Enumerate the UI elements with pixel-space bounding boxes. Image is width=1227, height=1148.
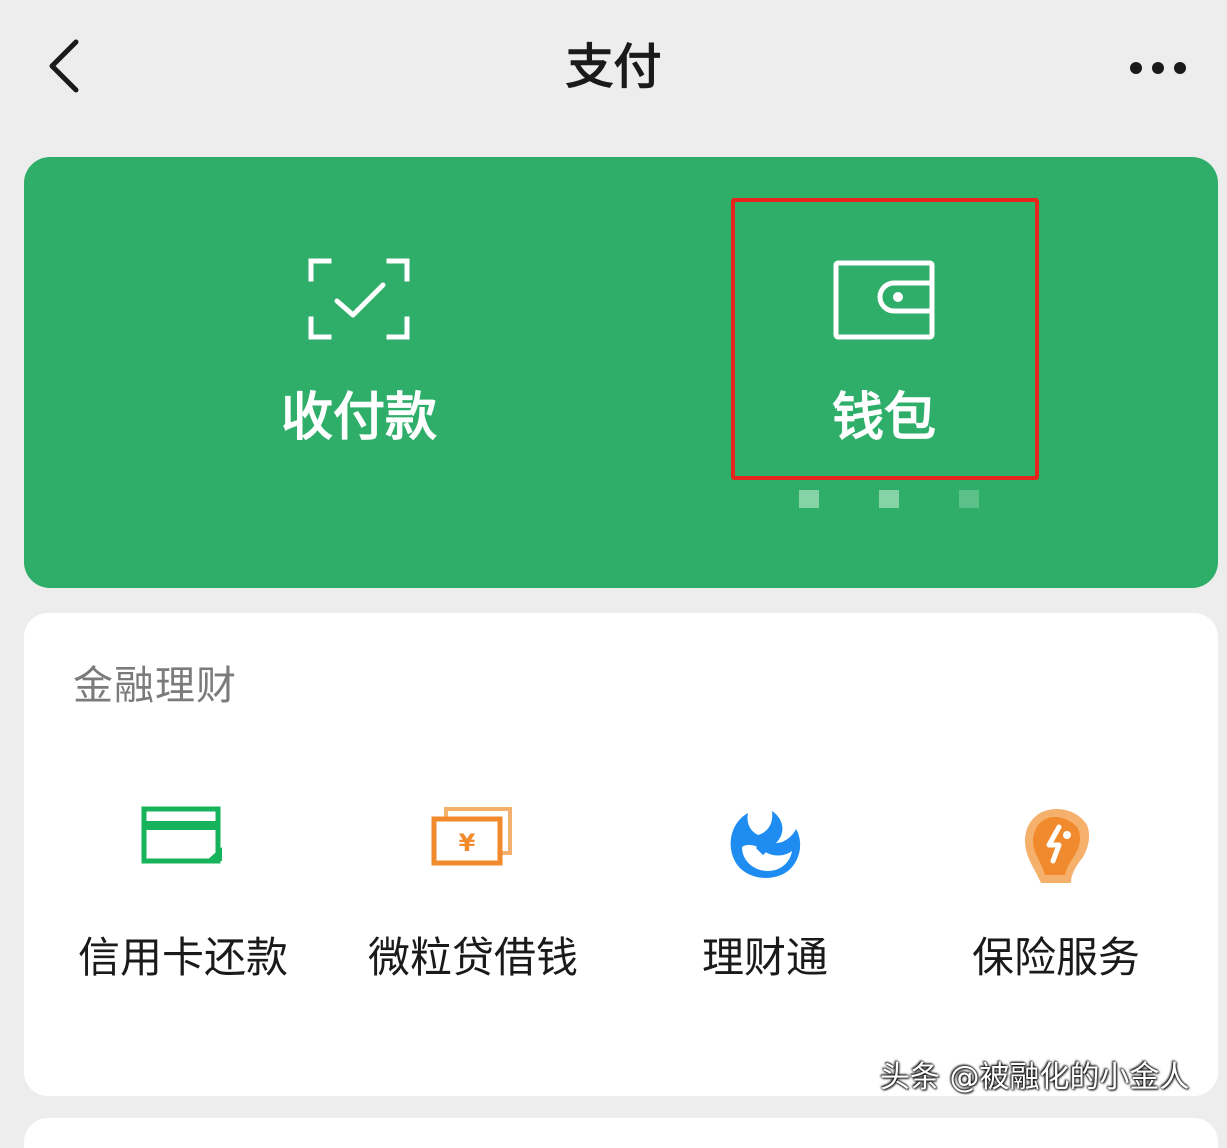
receive-pay-label: 收付款 <box>280 388 437 448</box>
more-button[interactable] <box>1118 40 1198 96</box>
wallet-button[interactable]: 钱包 <box>729 157 1039 588</box>
insurance-shield-icon <box>911 803 1201 903</box>
watermark-text: 头条 @被融化的小金人 <box>880 1060 1190 1095</box>
scan-check-icon <box>204 257 514 347</box>
top-navbar: 支付 <box>0 0 1227 136</box>
loan-money-icon: ¥ <box>328 803 618 903</box>
page-dot <box>879 490 899 508</box>
credit-card-repay-label: 信用卡还款 <box>77 933 288 982</box>
credit-card-icon <box>38 803 328 903</box>
payment-card: 收付款 钱包 <box>24 157 1218 588</box>
micro-loan-label: 微粒贷借钱 <box>367 933 578 982</box>
svg-text:¥: ¥ <box>459 829 476 857</box>
page-title: 支付 <box>565 39 662 95</box>
wealth-management-label: 理财通 <box>701 933 828 982</box>
more-dots-icon <box>1130 62 1186 74</box>
wallet-label: 钱包 <box>831 388 936 448</box>
next-section-edge <box>24 1118 1218 1148</box>
section-title: 金融理财 <box>73 663 237 709</box>
wallet-icon <box>729 257 1039 347</box>
receive-pay-button[interactable]: 收付款 <box>204 157 514 588</box>
micro-loan-button[interactable]: ¥ 微粒贷借钱 <box>328 803 618 1013</box>
page-dot <box>959 490 979 508</box>
credit-card-repay-button[interactable]: 信用卡还款 <box>38 803 328 1013</box>
page-dot <box>799 490 819 508</box>
insurance-label: 保险服务 <box>971 933 1140 982</box>
wealth-management-button[interactable]: 理财通 <box>620 803 910 1013</box>
finance-section: 金融理财 信用卡还款 ¥ 微粒贷借钱 理财通 保险服务 <box>24 613 1218 1096</box>
wealth-drop-icon <box>620 803 910 903</box>
insurance-button[interactable]: 保险服务 <box>911 803 1201 1013</box>
